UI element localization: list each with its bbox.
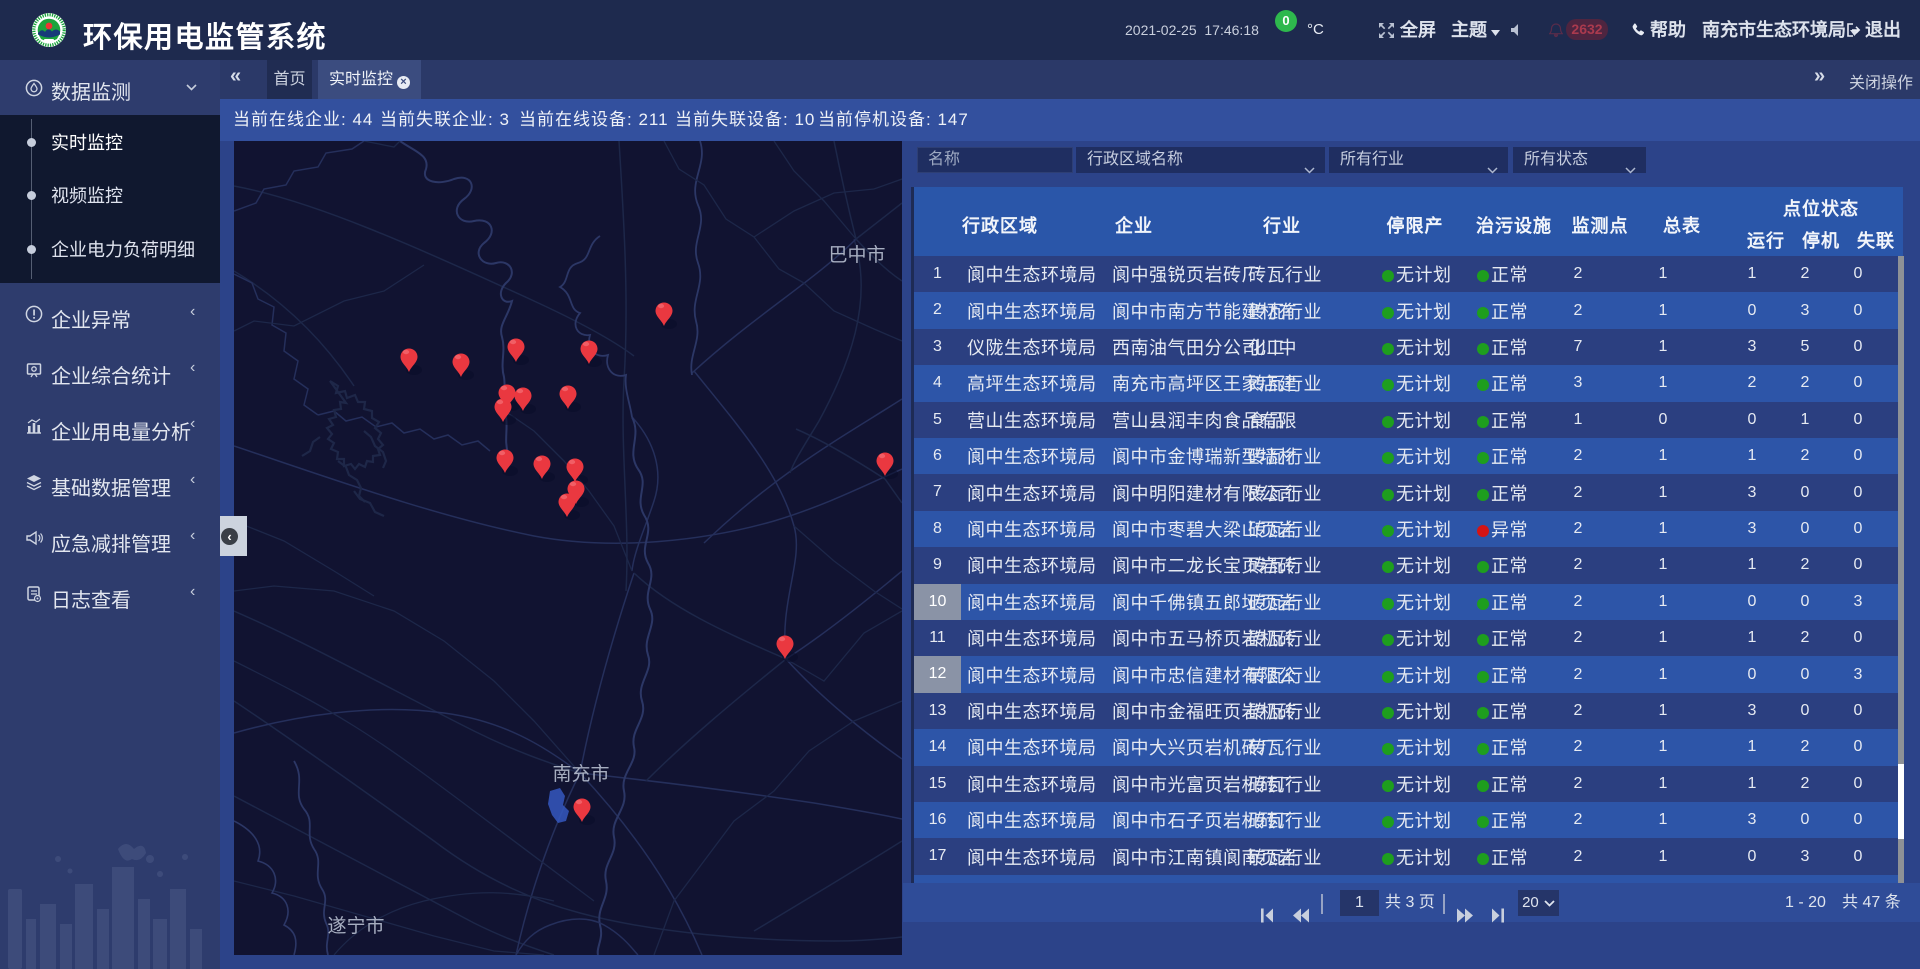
svg-text:巴中市: 巴中市 — [828, 244, 885, 266]
svg-text:南充市: 南充市 — [552, 763, 609, 785]
svg-text:遂宁市: 遂宁市 — [327, 915, 384, 937]
